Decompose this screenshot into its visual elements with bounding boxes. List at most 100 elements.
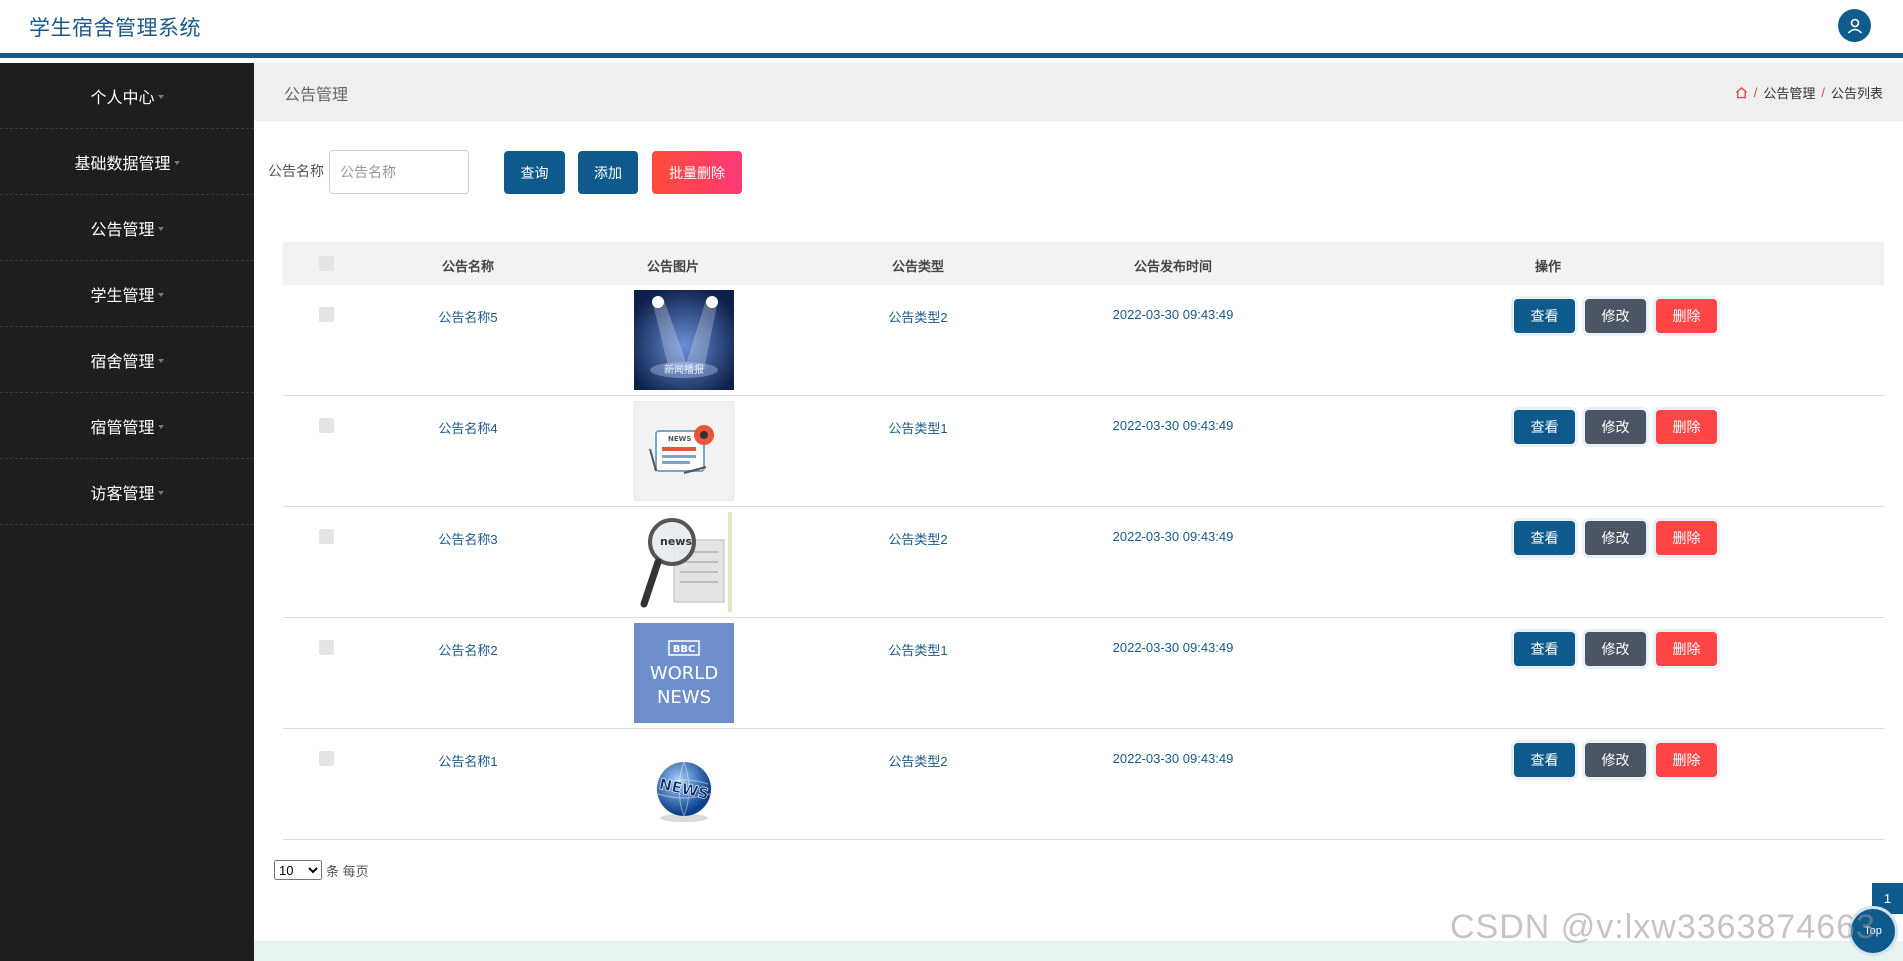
announcement-thumbnail[interactable]: news <box>634 512 734 612</box>
breadcrumb-level2: 公告列表 <box>1830 86 1883 101</box>
svg-text:WORLD: WORLD <box>650 663 718 684</box>
select-all-checkbox[interactable] <box>319 256 334 271</box>
announcement-table: 公告名称 公告图片 公告类型 公告发布时间 操作 公告名称5 新闻播报 公告类型… <box>283 242 1884 840</box>
row-actions: 查看 修改 删除 <box>1514 743 1717 777</box>
table-row: 公告名称1 NEWS 公告类型2 2022-03-30 09:43:49 查看 … <box>283 729 1884 840</box>
chevron-down-icon <box>157 490 164 495</box>
sidebar-item-dorm-managers[interactable]: 宿管管理 <box>0 393 254 459</box>
chevron-down-icon <box>173 160 180 165</box>
top-header: 学生宿舍管理系统 <box>0 0 1903 58</box>
edit-button[interactable]: 修改 <box>1585 521 1646 555</box>
view-button[interactable]: 查看 <box>1514 410 1575 444</box>
announcement-time: 2022-03-30 09:43:49 <box>1112 418 1234 433</box>
announcement-time: 2022-03-30 09:43:49 <box>1112 751 1234 766</box>
row-checkbox[interactable] <box>319 307 334 322</box>
table-row: 公告名称3 news 公告类型2 2022-03-30 09:43:49 查看 … <box>283 507 1884 618</box>
column-header-actions: 操作 <box>1534 259 1561 274</box>
user-icon <box>1847 18 1862 34</box>
row-actions: 查看 修改 删除 <box>1514 299 1717 333</box>
breadcrumb-separator: / <box>1821 85 1825 100</box>
announcement-name: 公告名称5 <box>438 310 498 325</box>
announcement-type: 公告类型1 <box>888 643 948 658</box>
announcement-thumbnail[interactable]: NEWS <box>634 401 734 501</box>
edit-button[interactable]: 修改 <box>1585 743 1646 777</box>
row-actions: 查看 修改 删除 <box>1514 632 1717 666</box>
breadcrumb-level1[interactable]: 公告管理 <box>1763 83 1815 102</box>
chevron-down-icon <box>157 94 164 99</box>
delete-button[interactable]: 删除 <box>1656 410 1717 444</box>
row-checkbox[interactable] <box>319 751 334 766</box>
announcement-time: 2022-03-30 09:43:49 <box>1112 640 1234 655</box>
row-actions: 查看 修改 删除 <box>1514 410 1717 444</box>
search-label: 公告名称 <box>268 163 324 179</box>
bulk-delete-button[interactable]: 批量删除 <box>652 151 742 194</box>
table-header: 公告名称 公告图片 公告类型 公告发布时间 操作 <box>283 242 1884 285</box>
page-title: 公告管理 <box>284 87 349 104</box>
announcement-time: 2022-03-30 09:43:49 <box>1112 529 1234 544</box>
delete-button[interactable]: 删除 <box>1656 632 1717 666</box>
view-button[interactable]: 查看 <box>1514 299 1575 333</box>
sidebar-item-dorms[interactable]: 宿舍管理 <box>0 327 254 393</box>
announcement-type: 公告类型2 <box>888 532 948 547</box>
announcement-time: 2022-03-30 09:43:49 <box>1112 307 1234 322</box>
delete-button[interactable]: 删除 <box>1656 743 1717 777</box>
svg-text:新闻播报: 新闻播报 <box>664 363 704 376</box>
chevron-down-icon <box>157 424 164 429</box>
breadcrumb: / 公告管理 / 公告列表 <box>1735 83 1883 102</box>
row-actions: 查看 修改 删除 <box>1514 521 1717 555</box>
svg-text:BBC: BBC <box>673 644 696 655</box>
sidebar-item-students[interactable]: 学生管理 <box>0 261 254 327</box>
announcement-name: 公告名称3 <box>438 532 498 547</box>
pagination: 10 条 每页 <box>274 860 369 880</box>
column-header-type: 公告类型 <box>891 259 944 274</box>
title-bar: 公告管理 / 公告管理 / 公告列表 <box>254 63 1903 121</box>
column-header-name: 公告名称 <box>441 259 494 274</box>
sidebar: 个人中心 基础数据管理 公告管理 学生管理 宿舍管理 宿管管理 访客管理 <box>0 63 254 961</box>
announcement-thumbnail[interactable]: BBC WORLD NEWS <box>634 623 734 723</box>
main-content: 公告管理 / 公告管理 / 公告列表 公告名称 查询 添加 批量删除 公告名称 … <box>254 63 1903 961</box>
view-button[interactable]: 查看 <box>1514 632 1575 666</box>
chevron-down-icon <box>157 292 164 297</box>
announcement-type: 公告类型1 <box>888 421 948 436</box>
announcement-name: 公告名称2 <box>438 643 498 658</box>
announcement-thumbnail[interactable]: 新闻播报 <box>634 290 734 390</box>
table-row: 公告名称4 NEWS 公告类型1 2022-03-30 09:43:49 查看 … <box>283 396 1884 507</box>
view-button[interactable]: 查看 <box>1514 743 1575 777</box>
breadcrumb-separator: / <box>1753 85 1758 100</box>
watermark: CSDN @v:lxw3363874663 <box>1450 908 1876 946</box>
sidebar-item-base-data[interactable]: 基础数据管理 <box>0 129 254 195</box>
delete-button[interactable]: 删除 <box>1656 521 1717 555</box>
announcement-type: 公告类型2 <box>888 754 948 769</box>
row-checkbox[interactable] <box>319 529 334 544</box>
sidebar-item-announcements[interactable]: 公告管理 <box>0 195 254 261</box>
edit-button[interactable]: 修改 <box>1585 410 1646 444</box>
column-header-image: 公告图片 <box>646 259 699 274</box>
app-title: 学生宿舍管理系统 <box>29 17 201 40</box>
announcement-type: 公告类型2 <box>888 310 948 325</box>
announcement-thumbnail[interactable]: NEWS <box>634 734 734 834</box>
edit-button[interactable]: 修改 <box>1585 299 1646 333</box>
edit-button[interactable]: 修改 <box>1585 632 1646 666</box>
svg-text:NEWS: NEWS <box>668 435 691 443</box>
svg-text:NEWS: NEWS <box>657 687 711 708</box>
table-row: 公告名称5 新闻播报 公告类型2 2022-03-30 09:43:49 查看 … <box>283 285 1884 396</box>
delete-button[interactable]: 删除 <box>1656 299 1717 333</box>
home-icon[interactable] <box>1735 86 1748 99</box>
page-size-select[interactable]: 10 <box>274 860 322 880</box>
search-input[interactable] <box>329 150 469 194</box>
page-size-suffix: 条 每页 <box>326 863 369 879</box>
view-button[interactable]: 查看 <box>1514 521 1575 555</box>
announcement-name: 公告名称1 <box>438 754 498 769</box>
svg-text:news: news <box>660 535 692 548</box>
chevron-down-icon <box>157 358 164 363</box>
announcement-name: 公告名称4 <box>438 421 498 436</box>
row-checkbox[interactable] <box>319 418 334 433</box>
table-row: 公告名称2 BBC WORLD NEWS 公告类型1 2022-03-30 09… <box>283 618 1884 729</box>
sidebar-item-visitors[interactable]: 访客管理 <box>0 459 254 525</box>
add-button[interactable]: 添加 <box>578 151 638 194</box>
chevron-down-icon <box>157 226 164 231</box>
query-button[interactable]: 查询 <box>504 151 565 194</box>
sidebar-item-profile[interactable]: 个人中心 <box>0 63 254 129</box>
user-avatar[interactable] <box>1838 9 1871 42</box>
row-checkbox[interactable] <box>319 640 334 655</box>
